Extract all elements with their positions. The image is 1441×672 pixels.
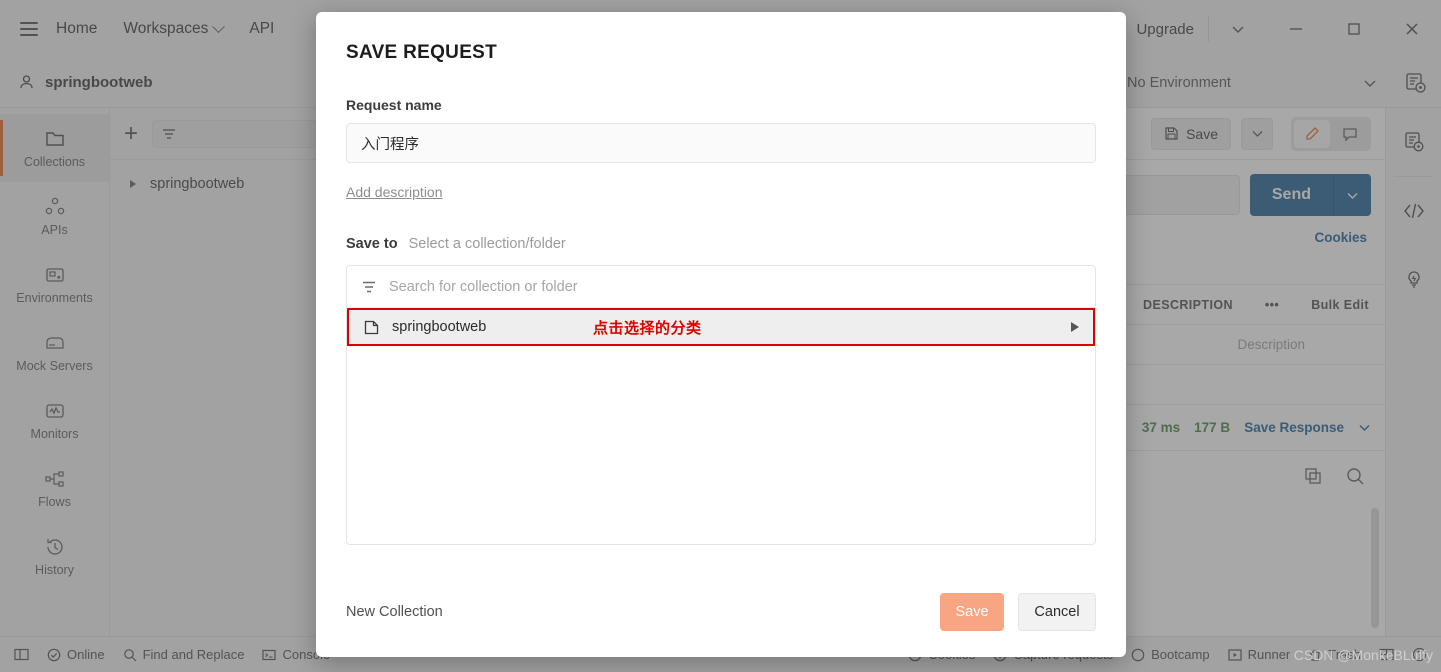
collection-picker-item-name: springbootweb (392, 319, 487, 335)
add-description-link[interactable]: Add description (346, 184, 443, 200)
save-to-row: Save to Select a collection/folder (346, 236, 1096, 252)
collection-icon (364, 320, 379, 334)
cancel-button[interactable]: Cancel (1018, 593, 1096, 631)
collection-search-placeholder: Search for collection or folder (389, 278, 578, 295)
dialog-title: SAVE REQUEST (346, 42, 498, 63)
dialog-footer: New Collection Save Cancel (346, 593, 1096, 631)
request-name-value: 入门程序 (361, 136, 419, 153)
save-to-label: Save to (346, 236, 398, 252)
new-collection-button[interactable]: New Collection (346, 604, 443, 620)
triangle-right-icon[interactable] (1071, 322, 1079, 332)
dialog-actions: Save Cancel (940, 593, 1096, 631)
request-name-label: Request name (346, 97, 442, 113)
collection-picker: Search for collection or folder springbo… (346, 265, 1096, 545)
annotation-text: 点击选择的分类 (593, 319, 702, 337)
collection-picker-item-springbootweb[interactable]: springbootweb 点击选择的分类 (347, 308, 1095, 346)
collection-search-row[interactable]: Search for collection or folder (347, 266, 1095, 308)
save-to-value: Select a collection/folder (408, 236, 566, 252)
save-button[interactable]: Save (940, 593, 1004, 631)
request-name-input[interactable]: 入门程序 (346, 123, 1096, 163)
filter-icon (363, 281, 375, 292)
save-request-dialog: SAVE REQUEST Request name 入门程序 Add descr… (316, 12, 1126, 657)
